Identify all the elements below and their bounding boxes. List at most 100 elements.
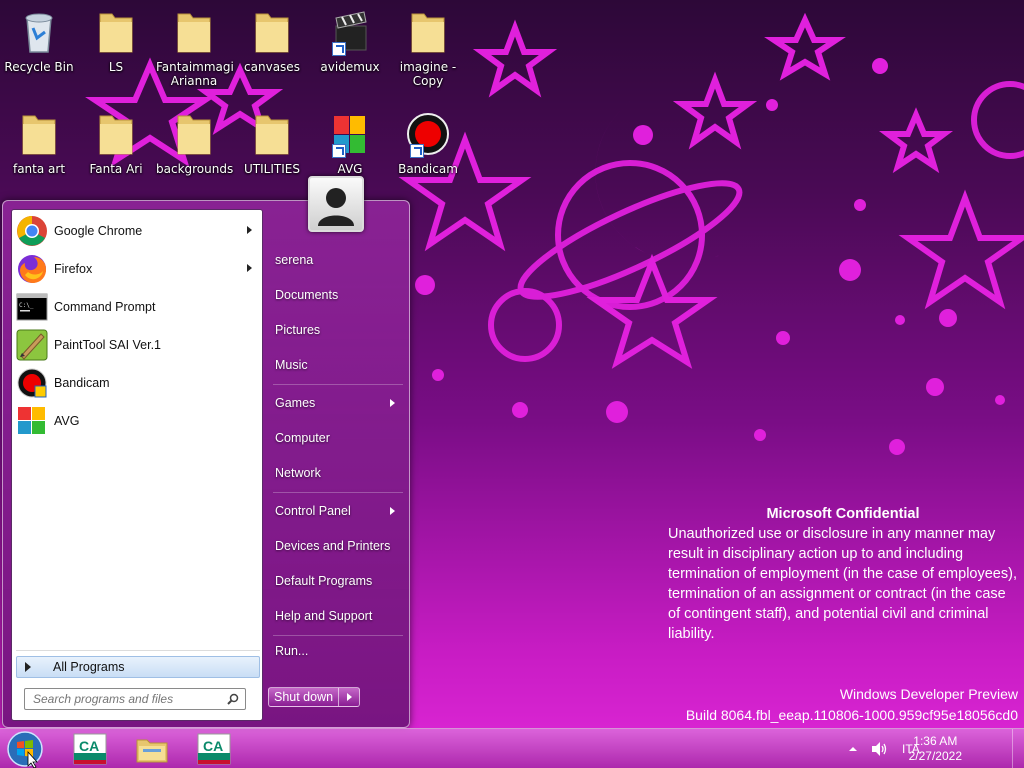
taskbar-app-credit-agricole-1[interactable]: CA — [64, 732, 116, 766]
confidential-body: Unauthorized use or disclosure in any ma… — [668, 526, 1017, 642]
start-item-help-support[interactable]: Help and Support — [273, 601, 405, 631]
start-item-default-programs[interactable]: Default Programs — [273, 566, 405, 596]
start-item-label: Games — [275, 396, 316, 410]
shutdown-options-button[interactable] — [338, 688, 359, 706]
submenu-arrow-icon — [247, 226, 252, 234]
start-item-control-panel[interactable]: Control Panel — [273, 496, 405, 526]
desktop-icon-bandicam[interactable]: Bandicam — [390, 110, 466, 176]
credit-agricole-icon: CA — [73, 733, 107, 765]
shutdown-button[interactable]: Shut down — [268, 687, 360, 707]
folder-icon — [170, 110, 218, 158]
folder-icon — [404, 8, 452, 56]
desktop-icon-backgrounds[interactable]: backgrounds — [156, 110, 233, 176]
windows-orb-icon — [7, 731, 43, 768]
shortcut-arrow-icon — [410, 144, 424, 158]
os-name: Windows Developer Preview — [839, 686, 1018, 702]
search-icon[interactable] — [227, 693, 239, 705]
desktop-icon-label: UTILITIES — [244, 162, 300, 176]
start-item-computer[interactable]: Computer — [273, 423, 405, 453]
avg-icon — [16, 405, 48, 437]
show-hidden-icons-button[interactable] — [848, 743, 858, 753]
desktop-icon-label: LS — [108, 60, 124, 74]
program-label: AVG — [54, 414, 80, 428]
start-item-documents[interactable]: Documents — [273, 280, 405, 310]
chevron-up-icon — [849, 747, 857, 751]
divider — [273, 492, 403, 493]
desktop-icon-fantaimmagi-arianna[interactable]: Fantaimmagi Arianna — [156, 8, 234, 88]
start-item-devices-printers[interactable]: Devices and Printers — [273, 531, 405, 561]
program-firefox[interactable]: Firefox — [16, 251, 260, 287]
avidemux-clapper-icon — [326, 8, 374, 56]
cmd-icon: C:\_ — [16, 291, 48, 323]
divider — [16, 650, 260, 651]
desktop-icon-recycle-bin[interactable]: Recycle Bin — [1, 8, 77, 74]
desktop-icon-fanta-ari[interactable]: Fanta Ari — [78, 110, 154, 176]
start-item-music[interactable]: Music — [273, 350, 405, 380]
start-item-label: Default Programs — [275, 574, 373, 588]
desktop-icon-label: avidemux — [320, 60, 380, 74]
start-item-pictures[interactable]: Pictures — [273, 315, 405, 345]
all-programs-label: All Programs — [53, 660, 125, 674]
show-desktop-button[interactable] — [1012, 729, 1024, 768]
start-menu: Google Chrome Firefox C:\_ Command Promp… — [2, 200, 410, 728]
svg-text:CA: CA — [203, 738, 223, 754]
folder-icon — [92, 110, 140, 158]
taskbar-app-file-explorer[interactable] — [126, 732, 178, 766]
user-avatar-icon — [318, 188, 354, 226]
desktop-icon-utilities[interactable]: UTILITIES — [234, 110, 310, 176]
search-box[interactable] — [24, 688, 246, 710]
taskbar: CA CA ITA 1:36 AM 2/27/2022 — [0, 728, 1024, 768]
start-menu-programs-pane: Google Chrome Firefox C:\_ Command Promp… — [11, 209, 263, 721]
start-item-label: Music — [275, 358, 308, 372]
folder-icon — [248, 8, 296, 56]
credit-agricole-icon: CA — [197, 733, 231, 765]
start-item-network[interactable]: Network — [273, 458, 405, 488]
svg-text:CA: CA — [79, 738, 99, 754]
start-item-run[interactable]: Run... — [273, 636, 405, 666]
user-account-picture[interactable] — [308, 176, 364, 232]
start-item-games[interactable]: Games — [273, 388, 405, 418]
taskbar-app-credit-agricole-2[interactable]: CA — [188, 732, 240, 766]
start-button[interactable] — [4, 730, 46, 768]
program-command-prompt[interactable]: C:\_ Command Prompt — [16, 289, 260, 325]
desktop-icon-avg[interactable]: AVG — [312, 110, 388, 176]
desktop-icon-label: Fanta Ari — [89, 162, 143, 176]
desktop-icon-canvases[interactable]: canvases — [234, 8, 310, 74]
desktop-icon-label: Fantaimmagi Arianna — [156, 60, 234, 88]
start-item-label: Control Panel — [275, 504, 351, 518]
build-watermark: Windows Developer Preview Build 8064.fbl… — [686, 684, 1018, 726]
clock-date: 2/27/2022 — [908, 749, 962, 763]
search-input[interactable] — [25, 689, 215, 709]
bandicam-icon — [404, 110, 452, 158]
shutdown-label: Shut down — [274, 690, 334, 704]
desktop-icon-avidemux[interactable]: avidemux — [312, 8, 388, 74]
start-item-label: Run... — [275, 644, 309, 658]
volume-button[interactable] — [870, 741, 888, 757]
start-item-label: Help and Support — [275, 609, 373, 623]
chrome-icon — [16, 215, 48, 247]
program-label: Firefox — [54, 262, 93, 276]
program-google-chrome[interactable]: Google Chrome — [16, 213, 260, 249]
file-explorer-icon — [136, 739, 168, 763]
all-programs-button[interactable]: All Programs — [16, 656, 260, 678]
desktop-icon-fanta-art[interactable]: fanta art — [1, 110, 77, 176]
submenu-arrow-icon — [390, 507, 395, 515]
start-item-label: Computer — [275, 431, 330, 445]
folder-icon — [92, 8, 140, 56]
program-label: PaintTool SAI Ver.1 — [54, 338, 162, 352]
desktop-icon-ls[interactable]: LS — [78, 8, 154, 74]
clock[interactable]: 1:36 AM 2/27/2022 — [909, 734, 962, 764]
program-painttool-sai[interactable]: PaintTool SAI Ver.1 — [16, 327, 260, 363]
desktop-icon-label: Bandicam — [398, 162, 458, 176]
program-bandicam[interactable]: Bandicam — [16, 365, 260, 401]
start-item-label: Network — [275, 466, 321, 480]
program-avg[interactable]: AVG — [16, 403, 260, 439]
desktop-icon-imagine-copy[interactable]: imagine - Copy — [390, 8, 466, 88]
avg-icon — [326, 110, 374, 158]
start-item-user-folder[interactable]: serena — [273, 245, 405, 275]
start-item-label: Devices and Printers — [275, 539, 391, 553]
start-item-label: Pictures — [275, 323, 321, 337]
desktop-icon-label: Recycle Bin — [4, 60, 74, 74]
desktop-icon-label: AVG — [337, 162, 363, 176]
submenu-arrow-icon — [390, 399, 395, 407]
